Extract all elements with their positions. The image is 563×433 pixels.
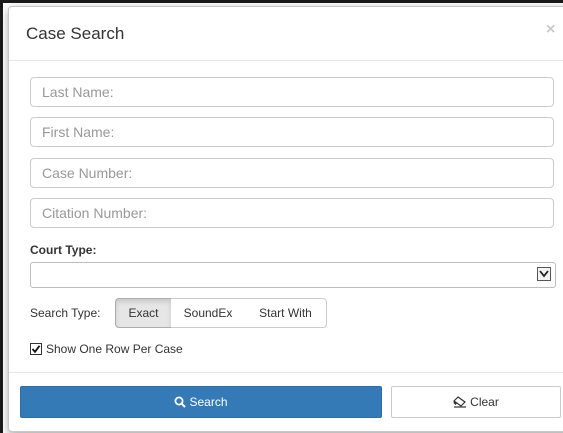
close-icon[interactable]: × (546, 21, 555, 39)
search-button-label: Search (189, 395, 228, 409)
citation-number-input[interactable] (30, 198, 554, 228)
dialog-title: Case Search (26, 24, 125, 43)
first-name-input[interactable] (30, 117, 554, 147)
clear-button-label: Clear (470, 395, 499, 409)
search-type-label: Search Type: (30, 306, 101, 320)
eraser-icon (453, 396, 467, 408)
search-type-soundex-button[interactable]: SoundEx (171, 298, 246, 328)
court-type-select[interactable] (30, 262, 556, 288)
search-button[interactable]: Search (20, 386, 382, 418)
last-name-input[interactable] (30, 77, 554, 107)
clear-button[interactable]: Clear (391, 386, 561, 418)
background-window-edge-left (0, 0, 3, 433)
chevron-down-icon[interactable] (537, 267, 551, 281)
footer-divider (9, 372, 563, 373)
court-type-label: Court Type: (30, 243, 97, 257)
one-row-per-case-checkbox[interactable] (30, 343, 42, 355)
dialog-header: Case Search (9, 7, 563, 61)
one-row-per-case-label: Show One Row Per Case (46, 342, 183, 356)
case-search-dialog: Case Search × Court Type: Search Type: E… (8, 6, 563, 432)
search-icon (174, 396, 187, 408)
search-type-exact-button[interactable]: Exact (115, 298, 172, 328)
case-number-input[interactable] (30, 158, 554, 188)
background-window-edge-top (0, 0, 563, 3)
search-type-start-with-button[interactable]: Start With (245, 298, 327, 328)
